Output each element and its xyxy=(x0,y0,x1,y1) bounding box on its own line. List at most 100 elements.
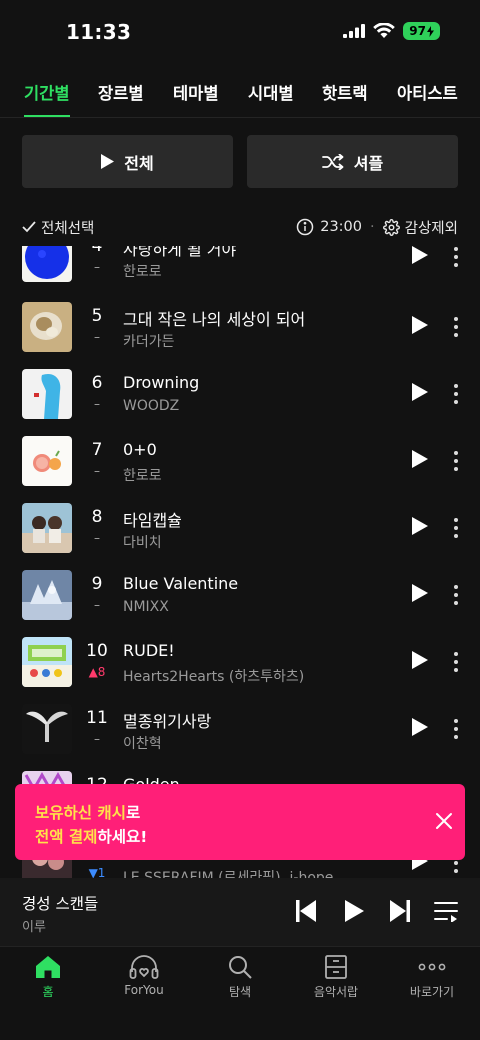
track-title: 그대 작은 나의 세상이 되어 xyxy=(123,310,306,329)
rank-change: – xyxy=(94,464,100,478)
more-options-icon[interactable] xyxy=(449,246,463,270)
banner-text: 로 xyxy=(125,804,141,822)
track-play-icon[interactable] xyxy=(412,517,428,535)
playlist-icon[interactable] xyxy=(434,900,458,922)
rank-change: – xyxy=(94,531,100,545)
track-play-icon[interactable] xyxy=(412,718,428,736)
track-rank: 4 xyxy=(91,246,103,256)
nav-home[interactable]: 홈 xyxy=(8,955,88,1000)
track-play-icon[interactable] xyxy=(412,383,428,401)
play-icon[interactable] xyxy=(344,900,364,922)
tab-genre[interactable]: 장르별 xyxy=(98,80,144,118)
nav-label: 음악서랍 xyxy=(313,985,359,999)
nav-search[interactable]: 탐색 xyxy=(200,955,280,1000)
shuffle-icon xyxy=(321,153,344,170)
tab-artist[interactable]: 아티스트 xyxy=(397,80,458,118)
nav-label: 탐색 xyxy=(228,985,252,999)
nav-label: 바로가기 xyxy=(409,985,455,999)
more-options-icon[interactable] xyxy=(449,314,463,340)
more-options-icon[interactable] xyxy=(449,448,463,474)
shuffle-button[interactable]: 셔플 xyxy=(247,135,458,188)
previous-icon[interactable] xyxy=(296,900,316,922)
next-icon[interactable] xyxy=(390,900,410,922)
rank-change-down: ▼1 xyxy=(88,866,106,878)
track-row[interactable]: 6 – Drowning WOODZ xyxy=(0,369,480,436)
track-title: 타임캡슐 xyxy=(123,511,182,530)
track-title: RUDE! xyxy=(123,641,175,660)
track-play-icon[interactable] xyxy=(412,584,428,602)
rank-change: – xyxy=(94,397,100,411)
rank-change: – xyxy=(94,330,100,344)
track-row[interactable]: 10 ▲8 RUDE! Hearts2Hearts (하츠투하츠) xyxy=(0,637,480,704)
tab-hottrack[interactable]: 핫트랙 xyxy=(322,80,368,118)
tab-period[interactable]: 기간별 xyxy=(24,80,70,118)
album-cover xyxy=(22,570,72,620)
rank-change: – xyxy=(94,260,100,274)
track-play-icon[interactable] xyxy=(412,450,428,468)
track-artist: NMIXX xyxy=(123,599,169,615)
track-title: 0+0 xyxy=(123,440,157,459)
play-all-label: 전체 xyxy=(124,153,154,173)
tab-theme[interactable]: 테마별 xyxy=(173,80,219,118)
select-all-label: 전체선택 xyxy=(41,220,95,237)
track-artist: Hearts2Hearts (하츠투하츠) xyxy=(123,669,305,685)
separator-dot: · xyxy=(370,219,375,235)
gear-icon xyxy=(382,218,400,236)
chart-tabs: 기간별 장르별 테마별 시대별 핫트랙 아티스트 xyxy=(0,76,480,118)
track-rank: 6 xyxy=(91,373,103,393)
mini-player[interactable]: 경성 스캔들 이루 xyxy=(0,878,480,946)
track-row[interactable]: 5 – 그대 작은 나의 세상이 되어 카더가든 xyxy=(0,302,480,369)
album-cover xyxy=(22,369,72,419)
track-artist: 카더가든 xyxy=(123,334,175,350)
now-playing-artist: 이루 xyxy=(22,920,46,935)
more-dots-icon xyxy=(418,963,446,971)
nav-drawer[interactable]: 음악서랍 xyxy=(296,955,376,1000)
status-icons: 97 xyxy=(343,22,440,40)
cash-payment-banner[interactable]: 보유하신 캐시로 전액 결제하세요! xyxy=(15,784,465,860)
nav-label: ForYou xyxy=(124,983,164,997)
more-options-icon[interactable] xyxy=(449,381,463,407)
status-time: 11:33 xyxy=(66,20,132,44)
exclude-button[interactable]: 감상제외 xyxy=(382,217,458,238)
track-title: 사랑하게 될 거야 xyxy=(123,246,237,259)
track-rank: 9 xyxy=(91,574,103,594)
track-title: Blue Valentine xyxy=(123,574,239,593)
track-artist: LE SSERAFIM (르세라핌), j-hope xyxy=(123,870,334,878)
track-play-icon[interactable] xyxy=(412,651,428,669)
charging-bolt-icon xyxy=(427,25,434,37)
track-row[interactable]: 9 – Blue Valentine NMIXX xyxy=(0,570,480,637)
battery-level: 97 xyxy=(409,24,426,38)
more-options-icon[interactable] xyxy=(449,582,463,608)
track-play-icon[interactable] xyxy=(412,316,428,334)
headphones-heart-icon xyxy=(129,955,159,979)
play-icon xyxy=(101,154,115,169)
track-row[interactable]: 7 – 0+0 한로로 xyxy=(0,436,480,503)
close-icon[interactable] xyxy=(435,812,453,830)
more-options-icon[interactable] xyxy=(449,649,463,675)
home-icon xyxy=(36,956,60,978)
track-rank: 11 xyxy=(86,708,108,728)
more-options-icon[interactable] xyxy=(449,716,463,742)
tab-era[interactable]: 시대별 xyxy=(248,80,294,118)
track-row[interactable]: 4 – 사랑하게 될 거야 한로로 xyxy=(0,246,480,299)
album-cover xyxy=(22,436,72,486)
rank-change: – xyxy=(94,598,100,612)
more-options-icon[interactable] xyxy=(449,515,463,541)
track-play-icon[interactable] xyxy=(412,246,428,264)
track-row[interactable]: 11 – 멸종위기사랑 이찬혁 xyxy=(0,704,480,771)
exclude-label: 감상제외 xyxy=(404,220,458,237)
album-cover xyxy=(22,704,72,754)
tabs-divider xyxy=(0,117,480,118)
timer-button[interactable]: 23:00 xyxy=(296,218,362,236)
track-row[interactable]: 8 – 타임캡슐 다비치 xyxy=(0,503,480,570)
play-all-button[interactable]: 전체 xyxy=(22,135,233,188)
rank-change-up: ▲8 xyxy=(88,665,106,679)
select-all-button[interactable]: 전체선택 xyxy=(22,217,94,238)
nav-foryou[interactable]: ForYou xyxy=(104,955,184,997)
album-cover xyxy=(22,302,72,352)
track-artist: 한로로 xyxy=(123,264,162,280)
track-rank: 10 xyxy=(86,641,108,661)
track-artist: 한로로 xyxy=(123,468,162,484)
select-row: 전체선택 23:00 · 감상제외 xyxy=(22,212,458,242)
nav-shortcut[interactable]: 바로가기 xyxy=(392,955,472,1000)
